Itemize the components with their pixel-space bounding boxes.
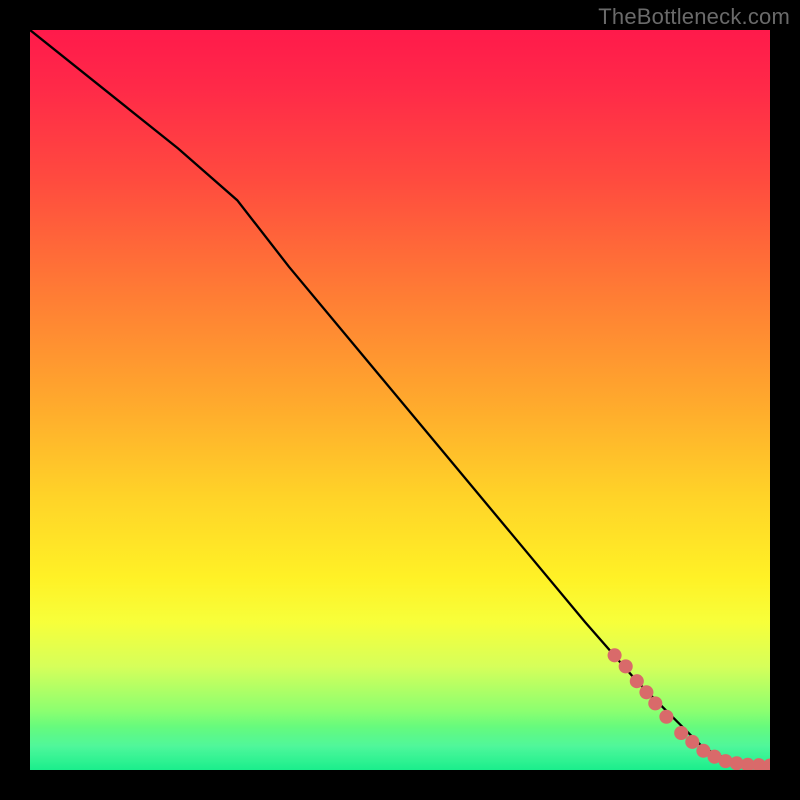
marker-points: [608, 648, 770, 770]
marker-point: [639, 685, 653, 699]
watermark-text: TheBottleneck.com: [598, 4, 790, 30]
marker-point: [608, 648, 622, 662]
marker-point: [763, 759, 770, 770]
curve-line: [30, 30, 770, 766]
marker-point: [619, 659, 633, 673]
series-curve: [30, 30, 770, 766]
marker-point: [630, 674, 644, 688]
chart-overlay: [30, 30, 770, 770]
marker-point: [674, 726, 688, 740]
chart-container: TheBottleneck.com: [0, 0, 800, 800]
plot-area: [30, 30, 770, 770]
marker-point: [659, 710, 673, 724]
marker-point: [685, 735, 699, 749]
marker-point: [648, 696, 662, 710]
